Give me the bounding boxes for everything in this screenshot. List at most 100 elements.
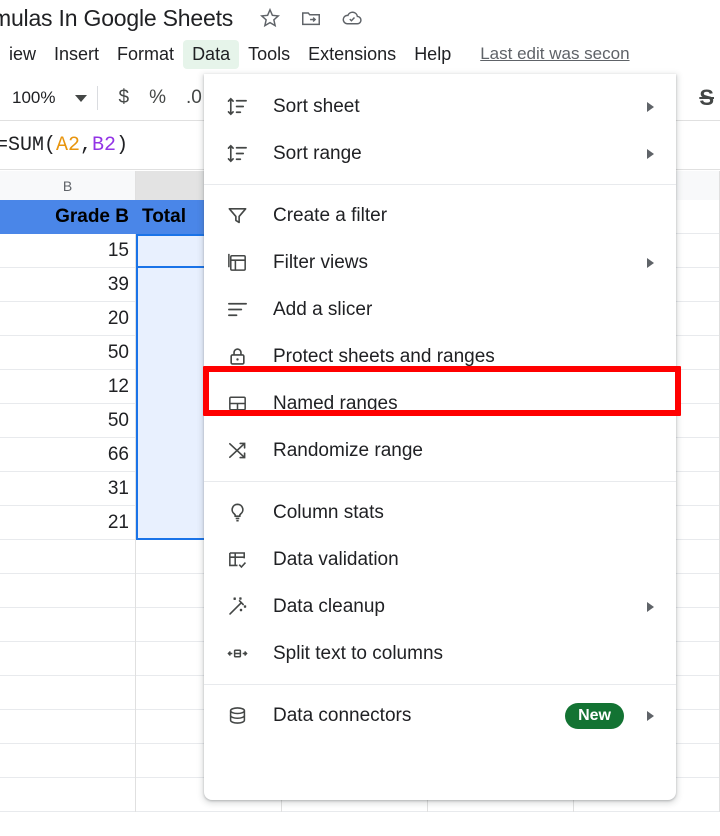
formula-ref-a2: A2	[56, 133, 81, 157]
new-badge: New	[565, 702, 624, 729]
data-validation-icon	[224, 547, 250, 573]
menu-item-column-stats[interactable]: Column stats	[204, 489, 676, 536]
lock-icon	[224, 344, 250, 370]
title-bar: mulas In Google Sheets	[0, 0, 720, 36]
cell-r14-c0[interactable]	[0, 642, 136, 676]
toolbar-right-group: S	[689, 76, 720, 120]
menu-item-add-a-slicer[interactable]: Add a slicer	[204, 286, 676, 333]
menu-item-data-cleanup[interactable]: Data cleanup	[204, 583, 676, 630]
cell-r2-c0[interactable]: 15	[0, 234, 136, 268]
menu-item-data-validation[interactable]: Data validation	[204, 536, 676, 583]
menu-data[interactable]: Data	[183, 39, 240, 69]
formula-comma: ,	[80, 133, 93, 157]
menu-tools[interactable]: Tools	[239, 40, 299, 69]
sort-range-icon	[224, 141, 250, 167]
cell-r7-c0[interactable]: 50	[0, 404, 136, 438]
menu-item-create-a-filter[interactable]: Create a filter	[204, 192, 676, 239]
menu-item-named-ranges[interactable]: Named ranges	[204, 380, 676, 427]
cell-r12-c0[interactable]	[0, 574, 136, 608]
menu-extensions[interactable]: Extensions	[299, 40, 405, 69]
document-title[interactable]: mulas In Google Sheets	[0, 5, 233, 32]
formula-content: =SUM(A2,B2)	[0, 134, 128, 157]
menu-item-label: Data connectors	[273, 704, 412, 726]
menu-item-split-text-to-columns[interactable]: Split text to columns	[204, 630, 676, 677]
menu-item-label: Add a slicer	[273, 298, 373, 320]
menu-item-label: Protect sheets and ranges	[273, 345, 495, 367]
menu-item-randomize-range[interactable]: Randomize range	[204, 427, 676, 474]
menu-separator	[204, 184, 676, 185]
menu-item-data-connectors[interactable]: Data connectors New	[204, 692, 676, 739]
cell-r15-c0[interactable]	[0, 676, 136, 710]
menu-item-label: Split text to columns	[273, 642, 444, 664]
menu-item-label: Sort range	[273, 142, 362, 164]
menu-item-sort-sheet[interactable]: Sort sheet	[204, 83, 676, 130]
submenu-arrow-icon	[647, 710, 654, 721]
google-sheets-window: mulas In Google Sheets iew Insert Format…	[0, 0, 720, 836]
cell-r17-c0[interactable]	[0, 744, 136, 778]
column-header-b[interactable]: B	[0, 171, 136, 200]
slicer-icon	[224, 297, 250, 323]
submenu-arrow-icon	[647, 601, 654, 612]
menu-format[interactable]: Format	[108, 40, 183, 69]
split-text-icon	[224, 641, 250, 667]
lightbulb-icon	[224, 500, 250, 526]
cell-r5-c0[interactable]: 50	[0, 336, 136, 370]
zoom-value: 100%	[12, 88, 56, 107]
cell-r3-c0[interactable]: 39	[0, 268, 136, 302]
menu-item-label: Create a filter	[273, 204, 388, 226]
currency-format-button[interactable]: $	[108, 87, 139, 109]
chevron-down-icon	[75, 94, 88, 102]
filter-icon	[224, 203, 250, 229]
database-icon	[224, 703, 250, 729]
formula-ref-b2: B2	[92, 133, 117, 157]
last-edit-status[interactable]: Last edit was secon	[480, 44, 629, 64]
menu-item-filter-views[interactable]: Filter views	[204, 239, 676, 286]
data-cleanup-icon	[224, 594, 250, 620]
title-icon-group	[259, 7, 363, 29]
menu-item-label: Sort sheet	[273, 95, 360, 117]
menu-item-sort-range[interactable]: Sort range	[204, 130, 676, 177]
cloud-saved-icon[interactable]	[341, 7, 363, 29]
menu-item-protect-sheets-and-ranges[interactable]: Protect sheets and ranges	[204, 333, 676, 380]
cell-r18-c0[interactable]	[0, 778, 136, 812]
menu-item-label: Column stats	[273, 501, 384, 523]
menu-item-label: Filter views	[273, 251, 369, 273]
zoom-control[interactable]: 100%	[6, 88, 88, 108]
cell-r16-c0[interactable]	[0, 710, 136, 744]
star-icon[interactable]	[259, 7, 281, 29]
named-ranges-icon	[224, 391, 250, 417]
menu-help[interactable]: Help	[405, 40, 460, 69]
menu-separator	[204, 481, 676, 482]
menu-insert[interactable]: Insert	[45, 40, 108, 69]
filter-views-icon	[224, 250, 250, 276]
cell-b1[interactable]: Grade B	[0, 200, 136, 234]
menu-separator	[204, 684, 676, 685]
submenu-arrow-icon	[647, 257, 654, 268]
menu-item-label: Named ranges	[273, 392, 398, 414]
menu-view[interactable]: iew	[0, 40, 45, 69]
submenu-arrow-icon	[647, 101, 654, 112]
strikethrough-button[interactable]: S	[689, 85, 720, 111]
cell-r8-c0[interactable]: 66	[0, 438, 136, 472]
cell-r13-c0[interactable]	[0, 608, 136, 642]
menu-bar: iew Insert Format Data Tools Extensions …	[0, 36, 720, 72]
percent-format-button[interactable]: %	[139, 87, 176, 109]
submenu-arrow-icon	[647, 148, 654, 159]
formula-prefix: =SUM(	[0, 133, 57, 157]
menu-item-label: Data cleanup	[273, 595, 385, 617]
toolbar-divider	[97, 86, 99, 110]
menu-groups: Sort sheet Sort range Create a filter Filte…	[204, 83, 676, 739]
cell-r6-c0[interactable]: 12	[0, 370, 136, 404]
menu-item-label: Randomize range	[273, 439, 423, 461]
move-to-folder-icon[interactable]	[300, 7, 322, 29]
cell-r10-c0[interactable]: 21	[0, 506, 136, 540]
formula-suffix: )	[116, 133, 129, 157]
data-dropdown-menu: Sort sheet Sort range Create a filter Filte…	[204, 74, 676, 800]
cell-r4-c0[interactable]: 20	[0, 302, 136, 336]
sort-sheet-icon	[224, 94, 250, 120]
cell-r9-c0[interactable]: 31	[0, 472, 136, 506]
menu-item-label: Data validation	[273, 548, 399, 570]
menu-top-padding	[204, 74, 676, 83]
cell-r11-c0[interactable]	[0, 540, 136, 574]
randomize-icon	[224, 438, 250, 464]
